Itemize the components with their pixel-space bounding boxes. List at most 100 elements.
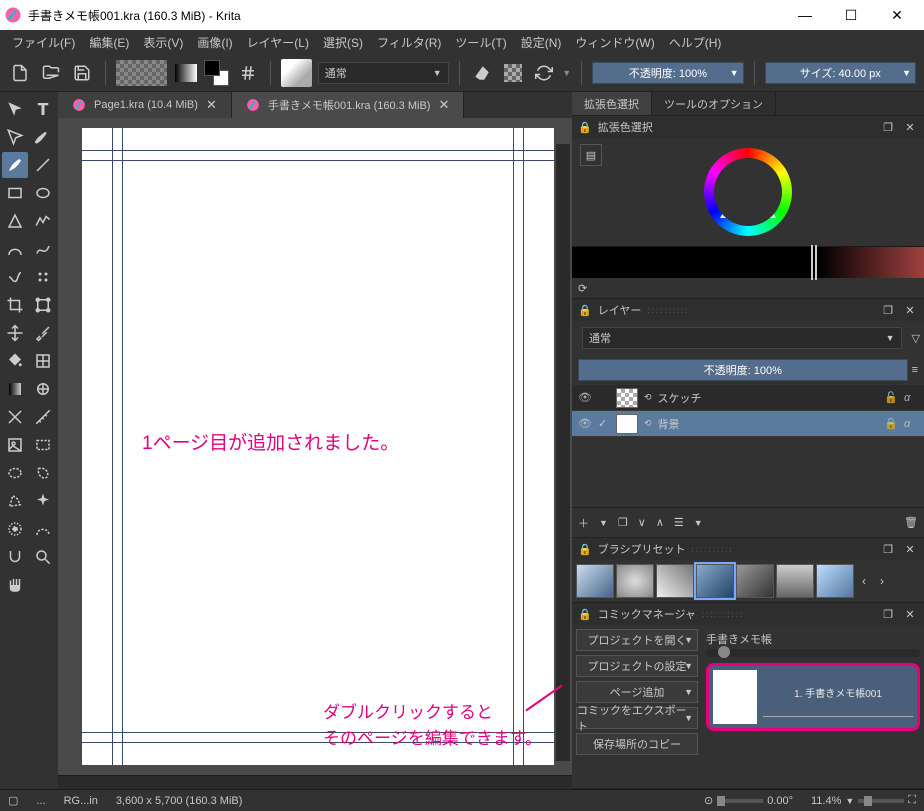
brush-next-button[interactable]: › bbox=[874, 564, 890, 598]
pattern-fill-tool[interactable] bbox=[30, 348, 56, 374]
crop-tool[interactable] bbox=[2, 292, 28, 318]
measure-tool[interactable] bbox=[30, 404, 56, 430]
freehand-path-tool[interactable] bbox=[30, 236, 56, 262]
preserve-alpha-button[interactable] bbox=[500, 60, 525, 86]
tab-page1[interactable]: Page1.kra (10.4 MiB) ✕ bbox=[58, 92, 232, 118]
close-panel-icon[interactable]: ✕ bbox=[902, 119, 918, 135]
swap-colors-icon[interactable] bbox=[235, 60, 260, 86]
zoom-tool[interactable] bbox=[30, 544, 56, 570]
rect-select-tool[interactable] bbox=[30, 432, 56, 458]
ellipse-tool[interactable] bbox=[30, 180, 56, 206]
color-wheel[interactable]: ▤ bbox=[572, 138, 924, 246]
open-file-button[interactable] bbox=[39, 60, 64, 86]
float-panel-icon[interactable]: ❐ bbox=[880, 606, 896, 622]
close-panel-icon[interactable]: ✕ bbox=[902, 541, 918, 557]
new-file-button[interactable] bbox=[8, 60, 33, 86]
vertical-scrollbar[interactable] bbox=[556, 144, 570, 761]
polygon-tool[interactable] bbox=[2, 208, 28, 234]
lock-icon[interactable]: 🔒 bbox=[578, 304, 592, 317]
layer-item[interactable]: 👁 ✓ ⟲ 背景 🔒 α bbox=[572, 411, 924, 437]
minimize-button[interactable]: — bbox=[782, 0, 828, 30]
float-panel-icon[interactable]: ❐ bbox=[880, 119, 896, 135]
layer-menu-icon[interactable]: ≡ bbox=[912, 364, 918, 376]
eraser-mode-button[interactable] bbox=[470, 60, 495, 86]
ellipse-select-tool[interactable] bbox=[2, 460, 28, 486]
menu-tool[interactable]: ツール(T) bbox=[449, 31, 512, 54]
line-tool[interactable] bbox=[30, 152, 56, 178]
comic-page-card[interactable]: 1. 手書きメモ帳001 bbox=[706, 663, 920, 731]
float-panel-icon[interactable]: ❐ bbox=[880, 302, 896, 318]
tab-close-icon[interactable]: ✕ bbox=[438, 97, 449, 113]
alpha-icon[interactable]: α bbox=[904, 418, 918, 430]
fullscreen-icon[interactable]: ⛶ bbox=[908, 794, 916, 807]
text-tool[interactable] bbox=[30, 96, 56, 122]
visibility-icon[interactable]: 👁 bbox=[578, 391, 592, 404]
save-button[interactable] bbox=[70, 60, 95, 86]
layer-opacity-slider[interactable]: 不透明度: 100% bbox=[578, 359, 908, 381]
menu-edit[interactable]: 編集(E) bbox=[83, 31, 135, 54]
selection-mode-icon[interactable]: ▢ bbox=[8, 794, 18, 807]
brush-preset[interactable] bbox=[736, 564, 774, 598]
status-profile[interactable]: RG...in bbox=[64, 795, 98, 807]
maximize-button[interactable]: ☐ bbox=[828, 0, 874, 30]
layer-blendmode-combo[interactable]: 通常▼ bbox=[582, 327, 902, 349]
polygonal-select-tool[interactable] bbox=[2, 488, 28, 514]
zoom-control[interactable]: 11.4% ▼ ⛶ bbox=[811, 794, 916, 807]
rectangle-tool[interactable] bbox=[2, 180, 28, 206]
move-layer-tool[interactable] bbox=[2, 320, 28, 346]
smart-patch-tool[interactable] bbox=[30, 376, 56, 402]
gradient-tool[interactable] bbox=[2, 376, 28, 402]
lock-icon[interactable]: 🔒 bbox=[578, 543, 592, 556]
close-panel-icon[interactable]: ✕ bbox=[902, 606, 918, 622]
brush-preset[interactable] bbox=[776, 564, 814, 598]
freehand-brush-tool[interactable] bbox=[2, 152, 28, 178]
duplicate-layer-button[interactable]: ❐ bbox=[618, 516, 628, 529]
brush-prev-button[interactable]: ‹ bbox=[856, 564, 872, 598]
open-project-button[interactable]: プロジェクトを開く▼ bbox=[576, 629, 698, 651]
multibrush-tool[interactable] bbox=[30, 264, 56, 290]
menu-help[interactable]: ヘルプ(H) bbox=[663, 31, 728, 54]
contiguous-select-tool[interactable] bbox=[30, 488, 56, 514]
project-settings-button[interactable]: プロジェクトの設定▼ bbox=[576, 655, 698, 677]
horizontal-scrollbar[interactable] bbox=[58, 775, 572, 789]
lock-icon[interactable]: 🔒 bbox=[578, 121, 592, 134]
opacity-slider[interactable]: 不透明度: 100%▼ bbox=[592, 62, 743, 84]
polyline-tool[interactable] bbox=[30, 208, 56, 234]
pan-tool[interactable] bbox=[2, 572, 28, 598]
canvas-viewport[interactable]: 1ページ目が追加されました。 ダブルクリックすると そのページを編集できます。 bbox=[58, 118, 572, 775]
menu-window[interactable]: ウィンドウ(W) bbox=[569, 31, 660, 54]
menu-settings[interactable]: 設定(N) bbox=[515, 31, 568, 54]
close-panel-icon[interactable]: ✕ bbox=[902, 302, 918, 318]
float-panel-icon[interactable]: ❐ bbox=[880, 541, 896, 557]
lock-icon[interactable]: 🔒 bbox=[884, 417, 898, 430]
bezier-tool[interactable] bbox=[2, 236, 28, 262]
brush-preset[interactable] bbox=[576, 564, 614, 598]
move-down-button[interactable]: ∨ bbox=[638, 516, 646, 529]
move-up-button[interactable]: ∧ bbox=[656, 516, 664, 529]
panel-grip[interactable]: :::::::::: bbox=[691, 545, 874, 554]
brush-preset[interactable] bbox=[616, 564, 654, 598]
layer-properties-button[interactable]: ☰ bbox=[674, 516, 684, 529]
tab-close-icon[interactable]: ✕ bbox=[206, 97, 217, 113]
bezier-select-tool[interactable] bbox=[30, 516, 56, 542]
freehand-select-tool[interactable] bbox=[30, 460, 56, 486]
reference-tool[interactable] bbox=[2, 432, 28, 458]
add-layer-button[interactable]: ＋ bbox=[578, 515, 589, 531]
menu-image[interactable]: 画像(I) bbox=[191, 31, 238, 54]
canvas[interactable]: 1ページ目が追加されました。 bbox=[82, 128, 554, 765]
alpha-icon[interactable]: α bbox=[904, 392, 918, 404]
lock-icon[interactable]: 🔓 bbox=[884, 391, 898, 404]
brush-preset[interactable] bbox=[656, 564, 694, 598]
delete-layer-button[interactable]: 🗑 bbox=[904, 516, 918, 529]
visibility-icon[interactable]: 👁 bbox=[578, 417, 592, 430]
color-history-bar[interactable] bbox=[572, 246, 924, 278]
refresh-icon[interactable]: ⟳ bbox=[578, 282, 587, 295]
edit-shapes-tool[interactable] bbox=[2, 124, 28, 150]
menu-select[interactable]: 選択(S) bbox=[317, 31, 369, 54]
similar-color-select-tool[interactable] bbox=[2, 516, 28, 542]
menu-layer[interactable]: レイヤー(L) bbox=[241, 31, 315, 54]
brush-preset[interactable] bbox=[816, 564, 854, 598]
dynamic-brush-tool[interactable] bbox=[2, 264, 28, 290]
gradient-button[interactable] bbox=[173, 60, 198, 86]
reload-brush-button[interactable] bbox=[531, 60, 556, 86]
